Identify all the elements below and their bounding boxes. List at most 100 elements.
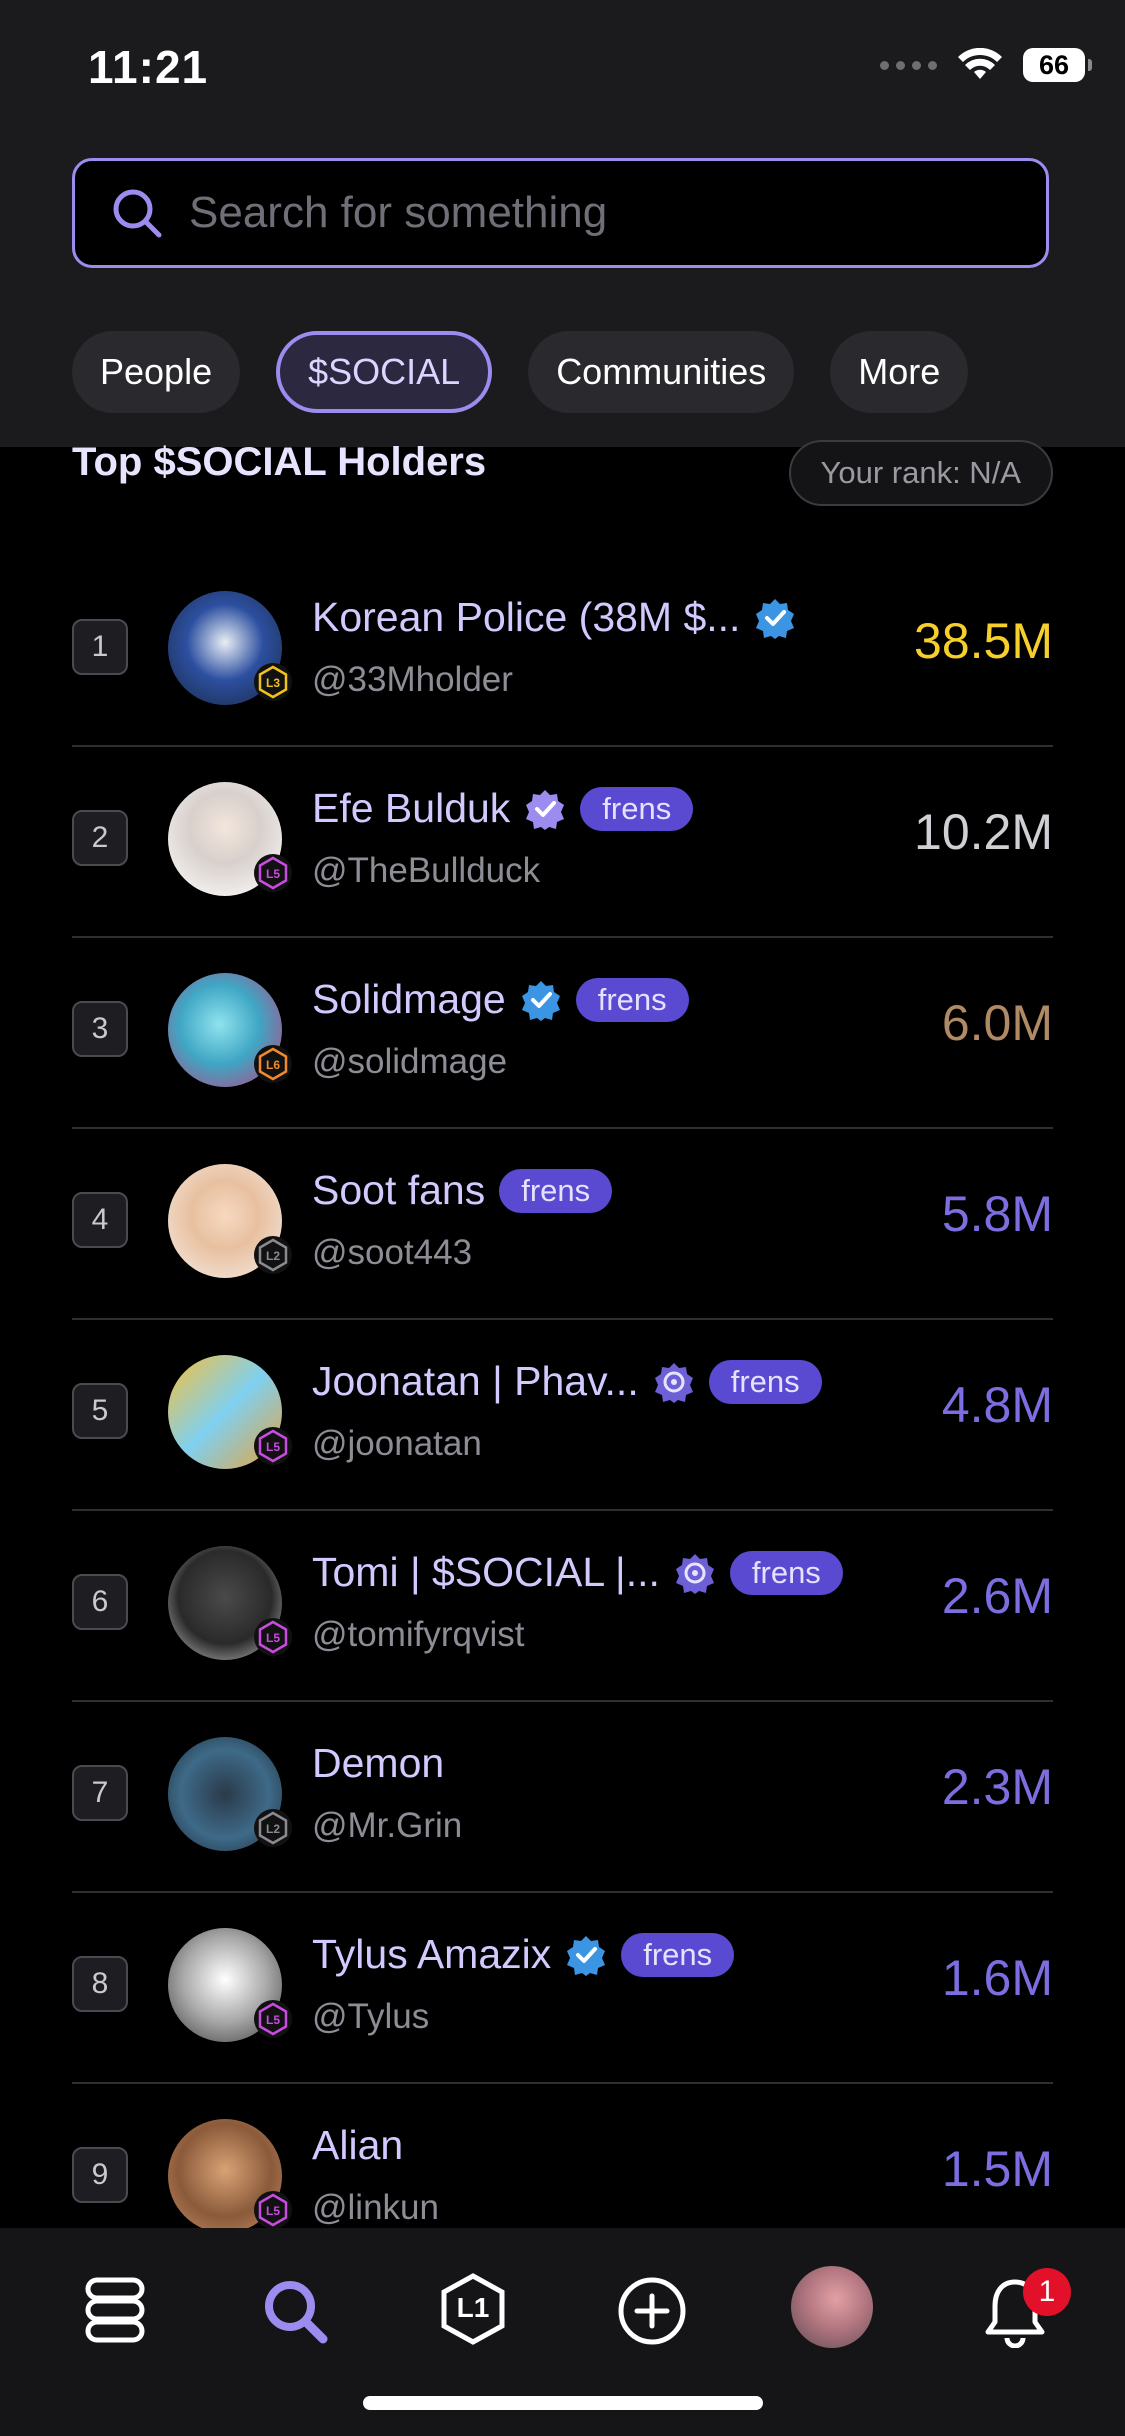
level-badge-icon: L2 [254,1809,292,1847]
rank-number: 1 [72,619,128,675]
holder-name[interactable]: Solidmage [312,976,506,1023]
tab-communities[interactable]: Communities [528,331,795,413]
holder-row[interactable]: 6 L5 Tomi | $SOCIAL |... frens @tomifyrqvist… [72,1511,1053,1702]
holding-value: 1.6M [941,1950,1053,2006]
seal-badge-icon [675,1553,714,1594]
svg-text:L2: L2 [266,1249,280,1263]
name-line: Solidmage frens [312,976,689,1023]
holder-handle: @33Mholder [312,660,513,699]
level-badge-icon: L5 [254,1618,292,1656]
holder-handle: @soot443 [312,1233,473,1272]
add-icon[interactable] [617,2276,687,2346]
holder-handle: @joonatan [312,1424,482,1463]
holder-row[interactable]: 8 L5 Tylus Amazix frens @Tylus 1.6M [72,1893,1053,2084]
name-line: Tomi | $SOCIAL |... frens [312,1549,843,1596]
section-title: Top $SOCIAL Holders [72,440,487,484]
rank-number: 6 [72,1574,128,1630]
status-icons: 66 [880,48,1092,82]
svg-text:L5: L5 [266,1631,280,1645]
holder-name[interactable]: Tomi | $SOCIAL |... [312,1549,660,1596]
holder-row[interactable]: 2 L5 Efe Bulduk frens @TheBullduck 10.2M [72,747,1053,938]
svg-text:L5: L5 [266,2013,280,2027]
level-badge-icon: L6 [254,1045,292,1083]
holder-row[interactable]: 5 L5 Joonatan | Phav... frens @joonatan 4.8M [72,1320,1053,1511]
notification-badge: 1 [1023,2268,1071,2316]
holding-value: 2.6M [941,1568,1053,1624]
search-input[interactable] [187,187,1046,239]
verified-badge-icon [756,598,795,639]
battery-indicator: 66 [1023,48,1092,82]
holding-value: 10.2M [914,804,1053,860]
name-line: Tylus Amazix frens [312,1931,735,1978]
holder-row[interactable]: 1 L3 Korean Police (38M $... @33Mholder 38.5… [72,556,1053,747]
svg-text:L3: L3 [266,676,280,690]
tab-social[interactable]: $SOCIAL [276,331,493,413]
search-icon[interactable] [260,2276,330,2346]
seal-badge-icon [654,1362,693,1403]
holding-value: 2.3M [941,1759,1053,1815]
holder-name[interactable]: Korean Police (38M $... [312,594,740,641]
frens-tag: frens [729,1550,843,1595]
your-rank-pill[interactable]: Your rank: N/A [788,440,1053,506]
svg-text:L5: L5 [266,1440,280,1454]
name-line: Efe Bulduk frens [312,785,694,832]
tab-more[interactable]: More [830,331,969,413]
rank-number: 2 [72,810,128,866]
name-line: Korean Police (38M $... [312,594,796,641]
status-time: 11:21 [88,41,209,93]
verified-badge-icon [526,789,565,830]
svg-text:L5: L5 [266,867,280,881]
holder-handle: @Tylus [312,1997,430,2036]
svg-text:L2: L2 [266,1822,280,1836]
name-line: Demon [312,1740,444,1787]
level-badge-icon: L2 [254,1236,292,1274]
rank-number: 5 [72,1383,128,1439]
rank-number: 9 [72,2147,128,2203]
verified-badge-icon [521,980,560,1021]
notifications[interactable]: 1 [980,2268,1071,2358]
frens-tag: frens [499,1168,613,1213]
filter-tabs: People $SOCIAL Communities More [72,331,969,413]
holder-handle: @solidmage [312,1042,508,1081]
level-badge-icon: L5 [254,2000,292,2038]
level-label: L1 [456,2292,490,2323]
rank-number: 7 [72,1765,128,1821]
svg-text:L5: L5 [266,2204,280,2218]
holder-row[interactable]: 4 L2 Soot fans frens @soot443 5.8M [72,1129,1053,1320]
holding-value: 38.5M [914,613,1053,669]
home-icon[interactable] [84,2276,146,2344]
frens-tag: frens [708,1359,822,1404]
profile-avatar[interactable] [791,2266,873,2348]
holding-value: 6.0M [941,995,1053,1051]
holder-name[interactable]: Alian [312,2122,403,2169]
holder-name[interactable]: Soot fans [312,1167,485,1214]
holder-handle: @linkun [312,2188,439,2227]
search-field[interactable] [72,158,1049,268]
holder-handle: @Mr.Grin [312,1806,463,1845]
holder-row[interactable]: 3 L6 Solidmage frens @solidmage 6.0M [72,938,1053,1129]
holder-handle: @tomifyrqvist [312,1615,525,1654]
level-icon[interactable]: L1 [438,2272,508,2346]
svg-text:L6: L6 [266,1058,280,1072]
home-indicator [363,2396,763,2410]
level-badge-icon: L5 [254,2191,292,2229]
top-header: 11:21 66 People $SOCIAL Communities More [0,0,1125,447]
holder-name[interactable]: Demon [312,1740,444,1787]
holder-name[interactable]: Tylus Amazix [312,1931,551,1978]
holder-name[interactable]: Efe Bulduk [312,785,510,832]
holder-name[interactable]: Joonatan | Phav... [312,1358,639,1405]
frens-tag: frens [621,1932,735,1977]
frens-tag: frens [575,977,689,1022]
name-line: Alian [312,2122,403,2169]
holding-value: 5.8M [941,1186,1053,1242]
wifi-icon [958,48,1002,79]
frens-tag: frens [580,786,694,831]
rank-number: 3 [72,1001,128,1057]
holder-row[interactable]: 7 L2 Demon @Mr.Grin 2.3M [72,1702,1053,1893]
signal-icon [880,60,937,70]
tab-people[interactable]: People [72,331,241,413]
level-badge-icon: L5 [254,1427,292,1465]
name-line: Joonatan | Phav... frens [312,1358,822,1405]
bottom-nav: L1 1 [0,2228,1125,2436]
holders-list: 1 L3 Korean Police (38M $... @33Mholder 38.5… [72,556,1053,2273]
